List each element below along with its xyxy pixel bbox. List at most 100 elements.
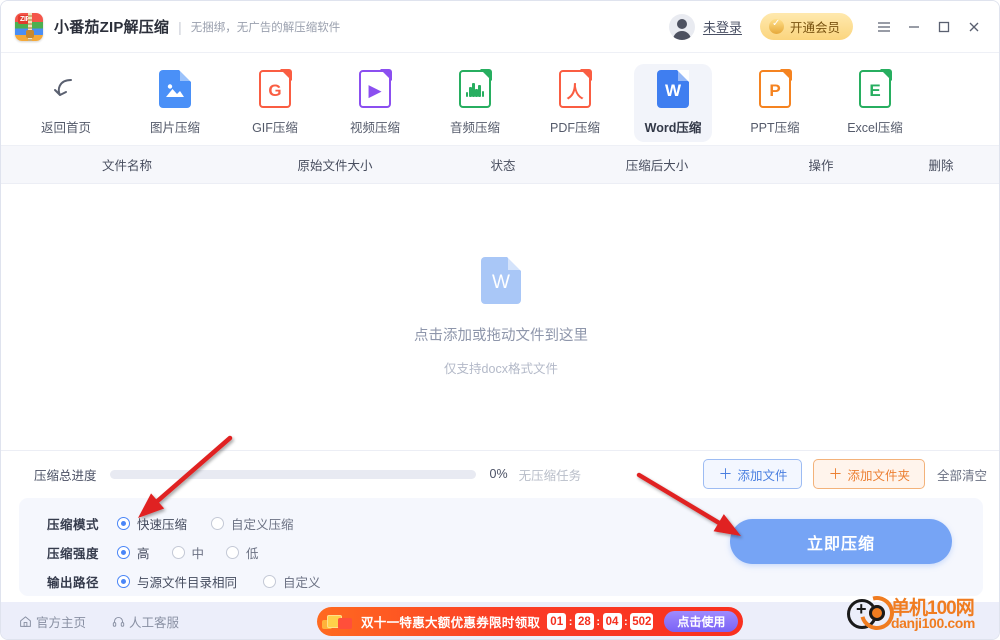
compress-now-button[interactable]: 立即压缩 (730, 519, 952, 564)
toolbar-item-label: PDF压缩 (549, 121, 600, 135)
vip-label: 开通会员 (789, 21, 840, 35)
radio-option[interactable]: 自定义 (263, 572, 321, 591)
add-folder-button[interactable]: ＋ 添加文件夹 (813, 459, 925, 489)
word-document-icon: W (481, 257, 521, 304)
hamburger-menu-icon[interactable] (869, 12, 899, 42)
app-subtitle: 无捆绑，无广告的解压缩软件 (190, 21, 341, 34)
countdown-segment: 04 (602, 613, 622, 630)
toolbar-item-label: Excel压缩 (847, 121, 903, 135)
window-controls (869, 12, 989, 42)
radio-dot-icon (117, 516, 130, 530)
toolbar-item-excel-compress[interactable]: E Excel压缩 (836, 64, 914, 142)
pdf-compress-icon: 人 (558, 69, 592, 108)
radio-option[interactable]: 中 (171, 543, 205, 562)
radio-dot-icon (211, 516, 225, 530)
home-icon (20, 616, 31, 627)
toolbar-item-word-compress[interactable]: W Word压缩 (634, 64, 712, 142)
settings-row-label: 输出路径 (47, 575, 100, 590)
login-label[interactable]: 未登录 (703, 17, 742, 36)
countdown-segment: 01 (547, 613, 567, 630)
close-icon[interactable] (959, 12, 989, 42)
promo-cta-button[interactable]: 点击使用 (664, 611, 739, 632)
toolbar-item-back-arrow[interactable]: 返回首页 (27, 64, 105, 142)
titlebar-right-group: 未登录 开通会员 (668, 1, 999, 53)
radio-dot-icon (117, 574, 130, 588)
countdown-segment: 28 (574, 613, 594, 630)
toolbar-item-image-compress[interactable]: 图片压缩 (136, 64, 214, 142)
toolbar-item-audio-compress[interactable]: 音频压缩 (436, 64, 514, 142)
countdown-separator: : (596, 615, 601, 628)
toolbar-item-ppt-compress[interactable]: P PPT压缩 (736, 64, 814, 142)
progress-status: 无压缩任务 (518, 468, 582, 483)
open-vip-button[interactable]: 开通会员 (759, 13, 853, 40)
excel-compress-icon: E (858, 69, 892, 108)
clear-all-button[interactable]: 全部清空 (937, 465, 987, 484)
maximize-icon[interactable] (929, 12, 959, 42)
promo-banner[interactable]: 双十一特惠大额优惠券限时领取 01:28:04:502 点击使用 (317, 607, 743, 636)
back-arrow-icon (49, 70, 83, 108)
table-column-header: 状态 (490, 159, 516, 173)
progress-label: 压缩总进度 (34, 468, 97, 483)
radio-dot-icon (263, 574, 277, 588)
table-column-header: 操作 (808, 159, 834, 173)
account-button[interactable]: 未登录 (668, 13, 742, 40)
promo-text: 双十一特惠大额优惠券限时领取 (361, 616, 541, 630)
progress-row: 压缩总进度 0% 无压缩任务 ＋ 添加文件 ＋ 添加文件夹 全部清空 (1, 450, 999, 497)
official-homepage-label: 官方主页 (36, 616, 87, 630)
progress-bar[interactable] (109, 469, 476, 479)
toolbar-item-label: 视频压缩 (349, 121, 400, 135)
progress-percent: 0% (489, 467, 508, 481)
ppt-compress-icon: P (758, 69, 792, 108)
zip-app-icon: ZIP (15, 12, 43, 41)
plus-icon: ＋ (718, 466, 733, 482)
app-title: 小番茄ZIP解压缩 (54, 19, 170, 36)
table-column-header: 文件名称 (101, 159, 152, 173)
image-compress-icon (158, 70, 192, 108)
headset-icon (112, 616, 125, 627)
feature-toolbar: 返回首页 图片压缩 G GIF压缩 ▶ 视频压缩 音频压缩 人 PDF压缩 W Word压缩 P PPT… (1, 53, 999, 146)
radio-option-label: 自定义压缩 (231, 517, 294, 532)
toolbar-item-gif-compress[interactable]: G GIF压缩 (236, 64, 314, 142)
radio-option-label: 与源文件目录相同 (137, 575, 238, 590)
toolbar-item-label: PPT压缩 (750, 121, 800, 135)
radio-option[interactable]: 与源文件目录相同 (117, 572, 237, 591)
countdown-segment: 502 (630, 613, 654, 630)
radio-option[interactable]: 低 (226, 543, 259, 562)
radio-option[interactable]: 快速压缩 (117, 514, 187, 533)
drop-zone-primary-text: 点击添加或拖动文件到这里 (414, 328, 588, 344)
toolbar-item-label: Word压缩 (644, 121, 702, 135)
customer-support-link[interactable]: 人工客服 (112, 612, 179, 631)
gif-compress-icon: G (258, 69, 292, 108)
title-separator: | (178, 18, 182, 35)
drop-zone-secondary-text: 仅支持docx格式文件 (444, 362, 558, 376)
minimize-icon[interactable] (899, 12, 929, 42)
toolbar-item-pdf-compress[interactable]: 人 PDF压缩 (536, 64, 614, 142)
radio-option[interactable]: 自定义压缩 (211, 514, 294, 533)
radio-option[interactable]: 高 (117, 543, 150, 562)
toolbar-item-label: 音频压缩 (449, 121, 500, 135)
drop-icon-glyph: W (492, 271, 510, 293)
audio-compress-icon (458, 69, 492, 108)
promo-countdown: 01:28:04:502 (547, 613, 654, 630)
add-file-button[interactable]: ＋ 添加文件 (703, 459, 803, 489)
radio-option-label: 低 (246, 546, 259, 561)
radio-option-label: 高 (137, 546, 150, 561)
toolbar-item-label: 返回首页 (40, 121, 91, 135)
radio-option-label: 中 (191, 546, 205, 561)
toolbar-item-video-compress[interactable]: ▶ 视频压缩 (336, 64, 414, 142)
radio-option-label: 快速压缩 (137, 517, 188, 532)
file-drop-zone[interactable]: W 点击添加或拖动文件到这里 仅支持docx格式文件 (1, 184, 999, 450)
file-table-header: 文件名称 原始文件大小 状态 压缩后大小 操作 删除 (1, 146, 999, 184)
radio-option-label: 自定义 (283, 575, 321, 590)
add-file-label: 添加文件 (737, 468, 788, 483)
toolbar-item-label: GIF压缩 (252, 121, 298, 135)
official-homepage-link[interactable]: 官方主页 (19, 612, 86, 631)
settings-row-label: 压缩强度 (47, 546, 100, 561)
gift-box-icon (319, 607, 359, 636)
table-column-header: 压缩后大小 (625, 159, 689, 173)
customer-support-label: 人工客服 (129, 616, 180, 630)
add-folder-label: 添加文件夹 (847, 468, 910, 483)
settings-row: 输出路径 与源文件目录相同 自定义 (47, 568, 983, 594)
toolbar-item-label: 图片压缩 (149, 121, 200, 135)
radio-dot-icon (171, 545, 185, 559)
